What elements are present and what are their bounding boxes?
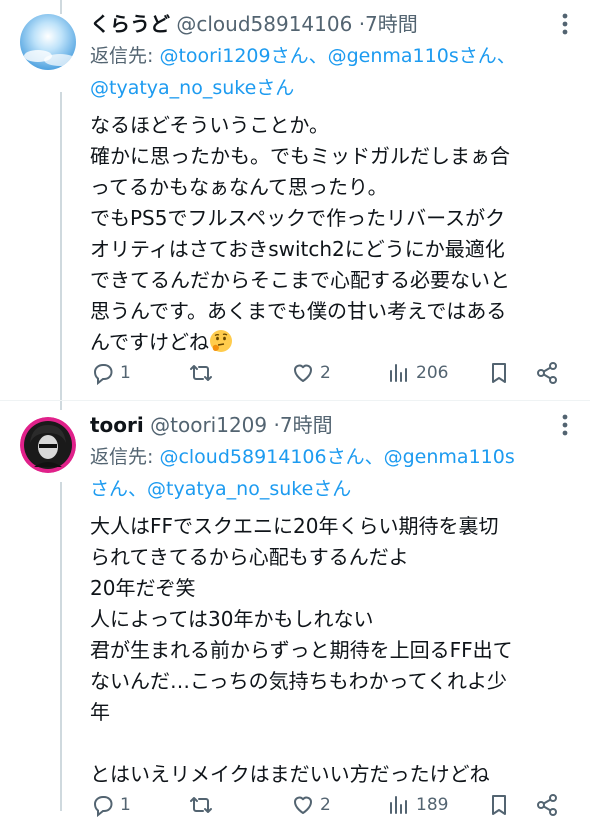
reply-button[interactable]: 1 xyxy=(90,790,131,820)
like-count: 2 xyxy=(320,363,331,383)
text-line: 君が生まれる前からずっと期待を上回るFF出て xyxy=(90,638,513,662)
text-line: 人によっては30年かもしれない xyxy=(90,607,374,631)
user-handle[interactable]: @toori1209 xyxy=(150,413,267,437)
bookmark-button[interactable] xyxy=(486,790,512,820)
mention-link[interactable]: さん、@tyatya_no_sukeさん xyxy=(90,478,351,500)
text-line: 20年だぞ笑 xyxy=(90,576,196,600)
text-line: オリティはさておきswitch2にどうにか最適化 xyxy=(90,237,505,261)
display-name[interactable]: toori xyxy=(90,413,144,437)
views-button[interactable]: 206 xyxy=(386,358,448,388)
text-line: できてるんだからそこまで心配する必要ないと xyxy=(90,268,510,292)
text-line: なるほどそういうことか。 xyxy=(90,113,329,137)
reply-context: 返信先: @toori1209さん、@genma110sさん、 @tyatya_n… xyxy=(90,40,578,104)
reply-count: 1 xyxy=(120,795,131,815)
text-line: られてきてるから心配もするんだよ xyxy=(90,545,409,569)
more-options-icon[interactable] xyxy=(552,10,578,38)
like-count: 2 xyxy=(320,795,331,815)
reply-button[interactable]: 1 xyxy=(90,358,131,388)
tweet-toori[interactable]: toori @toori1209 ·7時間 返信先: @cloud5891410… xyxy=(0,401,590,811)
avatar[interactable] xyxy=(20,14,76,70)
view-count: 206 xyxy=(416,363,449,383)
share-icon xyxy=(537,362,557,384)
tweet-header: くらうど @cloud58914106 ·7時間 xyxy=(90,8,578,40)
heart-icon xyxy=(294,796,312,814)
share-icon xyxy=(537,794,557,816)
reply-context: 返信先: @cloud58914106さん、@genma110s さん、@tyat… xyxy=(90,441,578,505)
mention-link[interactable]: @toori1209さん、 xyxy=(159,45,327,67)
text-line: でもPS5でフルスペックで作ったリバースがク xyxy=(90,206,506,230)
analytics-icon xyxy=(390,796,407,814)
text-line: 思うんです。あくまでも僕の甘い考えではある xyxy=(90,299,507,323)
view-count: 189 xyxy=(416,795,449,815)
reply-prefix: 返信先: xyxy=(90,45,160,67)
tweet2-actions: 1 2 189 xyxy=(90,790,560,820)
text-line: ないんだ…こっちの気持ちもわかってくれよ少 xyxy=(90,669,507,693)
thinking-face-icon xyxy=(210,330,232,352)
mention-link[interactable]: @tyatya_no_sukeさん xyxy=(90,77,294,99)
avatar[interactable] xyxy=(20,417,76,473)
repost-icon xyxy=(190,797,212,813)
text-line: 確かに思ったかも。でもミッドガルだしまぁ合 xyxy=(90,144,510,168)
timestamp[interactable]: 7時間 xyxy=(365,12,418,36)
more-options-icon[interactable] xyxy=(552,411,578,439)
user-handle[interactable]: @cloud58914106 xyxy=(176,12,352,36)
like-button[interactable]: 2 xyxy=(290,358,331,388)
mention-link[interactable]: @genma110sさん、 xyxy=(328,45,516,67)
reply-prefix: 返信先: xyxy=(90,446,160,468)
views-button[interactable]: 189 xyxy=(386,790,448,820)
repost-button[interactable] xyxy=(188,358,218,388)
tweet-cloud[interactable]: くらうど @cloud58914106 ·7時間 返信先: @toori1209… xyxy=(0,0,590,400)
reply-icon xyxy=(93,796,113,818)
repost-icon xyxy=(190,365,212,381)
bookmark-icon xyxy=(492,363,506,383)
analytics-icon xyxy=(390,364,407,382)
text-line xyxy=(90,728,578,759)
repost-button[interactable] xyxy=(188,790,218,820)
share-button[interactable] xyxy=(534,790,560,820)
heart-icon xyxy=(294,364,312,382)
bookmark-icon xyxy=(492,795,506,815)
mention-link[interactable]: @cloud58914106さん、 xyxy=(159,446,383,468)
text-line: 大人はFFでスクエニに20年くらい期待を裏切 xyxy=(90,514,499,538)
reply-count: 1 xyxy=(120,363,131,383)
like-button[interactable]: 2 xyxy=(290,790,331,820)
mention-link[interactable]: @genma110s xyxy=(384,446,515,468)
share-button[interactable] xyxy=(534,358,560,388)
text-line: んですけどね xyxy=(90,330,209,354)
tweet1-actions: 1 2 206 xyxy=(90,358,560,388)
bookmark-button[interactable] xyxy=(486,358,512,388)
text-line: とはいえリメイクはまだいい方だったけどね xyxy=(90,762,490,786)
tweet-header: toori @toori1209 ·7時間 xyxy=(90,409,578,441)
tweet-text: なるほどそういうことか。確かに思ったかも。でもミッドガルだしまぁ合 ってるかもなぁ… xyxy=(90,110,578,358)
tweet-text: 大人はFFでスクエニに20年くらい期待を裏切 られてきてるから心配もするんだよ 20… xyxy=(90,511,578,790)
text-line: ってるかもなぁなんて思ったり。 xyxy=(90,175,388,199)
text-line: 年 xyxy=(90,700,110,724)
display-name[interactable]: くらうど xyxy=(90,12,170,36)
timestamp[interactable]: 7時間 xyxy=(280,413,333,437)
reply-icon xyxy=(93,364,113,386)
